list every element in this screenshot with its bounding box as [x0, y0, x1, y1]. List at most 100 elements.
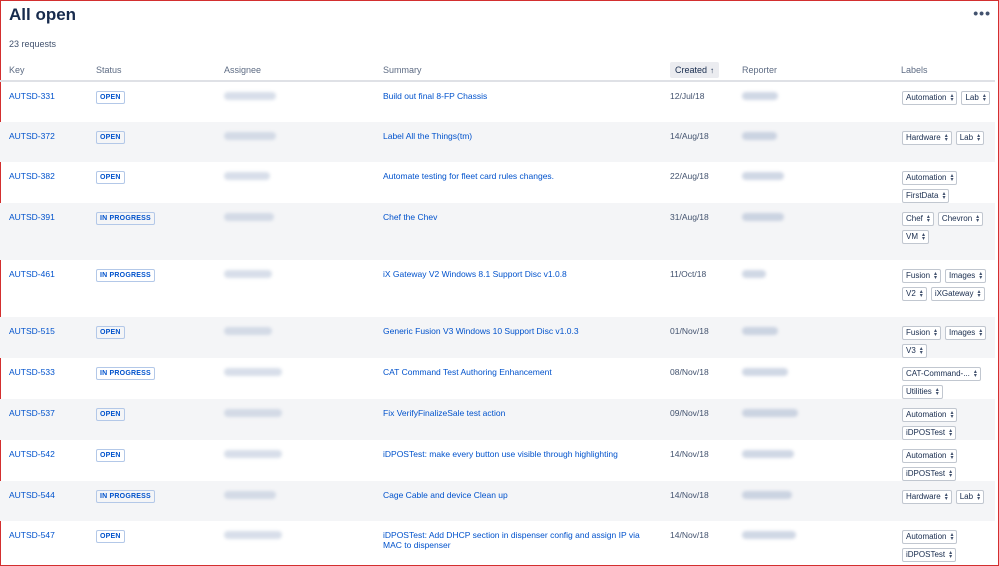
- table-row[interactable]: AUTSD-372 OPEN Label All the Things(tm) …: [0, 122, 995, 162]
- issue-key-link[interactable]: AUTSD-515: [9, 326, 55, 336]
- summary-link[interactable]: Label All the Things(tm): [383, 131, 472, 141]
- issue-key-link[interactable]: AUTSD-533: [9, 367, 55, 377]
- assignee-redacted: [224, 132, 276, 140]
- status-badge: OPEN: [96, 326, 125, 339]
- label-tag-text: Automation: [906, 93, 947, 102]
- label-tag[interactable]: iDPOSTest ▴ ▾: [902, 467, 957, 481]
- summary-link[interactable]: CAT Command Test Authoring Enhancement: [383, 367, 552, 377]
- issue-key-link[interactable]: AUTSD-542: [9, 449, 55, 459]
- assignee-redacted: [224, 409, 282, 417]
- table-row[interactable]: AUTSD-515 OPEN Generic Fusion V3 Windows…: [0, 317, 995, 358]
- issue-key-link[interactable]: AUTSD-544: [9, 490, 55, 500]
- issue-key-link[interactable]: AUTSD-537: [9, 408, 55, 418]
- summary-link[interactable]: iDPOSTest: Add DHCP section in dispenser…: [383, 530, 640, 550]
- column-header-reporter[interactable]: Reporter: [733, 60, 892, 82]
- issue-key-link[interactable]: AUTSD-391: [9, 212, 55, 222]
- labels-list: Chef ▴ ▾ Chevron ▴ ▾ VM ▴ ▾: [902, 212, 992, 244]
- table-row[interactable]: AUTSD-547 OPEN iDPOSTest: Add DHCP secti…: [0, 521, 995, 563]
- labels-list: Hardware ▴ ▾ Lab ▴ ▾: [902, 490, 992, 504]
- label-tag[interactable]: Automation ▴ ▾: [902, 530, 958, 544]
- table-header-row: Key Status Assignee Summary Created ↑ Rep…: [0, 60, 995, 82]
- reporter-redacted: [742, 270, 766, 278]
- assignee-redacted: [224, 450, 282, 458]
- summary-link[interactable]: Fix VerifyFinalizeSale test action: [383, 408, 505, 418]
- label-tag[interactable]: Fusion ▴ ▾: [902, 269, 942, 283]
- assignee-redacted: [224, 92, 276, 100]
- label-tag[interactable]: Automation ▴ ▾: [902, 91, 958, 105]
- summary-link[interactable]: Generic Fusion V3 Windows 10 Support Dis…: [383, 326, 579, 336]
- label-tag[interactable]: Lab ▴ ▾: [955, 131, 985, 145]
- more-options-button[interactable]: •••: [973, 5, 991, 21]
- label-tag[interactable]: Automation ▴ ▾: [902, 449, 958, 463]
- table-row[interactable]: AUTSD-391 IN PROGRESS Chef the Chev 31/A…: [0, 203, 995, 260]
- label-tag-text: Lab: [959, 492, 974, 501]
- chevron-updown-icon: ▴ ▾: [934, 271, 938, 281]
- issue-key-link[interactable]: AUTSD-331: [9, 91, 55, 101]
- issue-key-link[interactable]: AUTSD-372: [9, 131, 55, 141]
- summary-link[interactable]: iX Gateway V2 Windows 8.1 Support Disc v…: [383, 269, 567, 279]
- label-tag[interactable]: FirstData ▴ ▾: [902, 189, 950, 203]
- label-tag[interactable]: iDPOSTest ▴ ▾: [902, 548, 957, 562]
- label-tag[interactable]: Images ▴ ▾: [945, 269, 987, 283]
- created-date: 14/Nov/18: [670, 530, 709, 540]
- reporter-redacted: [742, 172, 784, 180]
- label-tag[interactable]: CAT-Command-... ▴ ▾: [902, 367, 981, 381]
- column-header-created[interactable]: Created ↑: [661, 60, 733, 82]
- label-tag-text: Chef: [906, 214, 923, 223]
- chevron-updown-icon: ▴ ▾: [949, 428, 953, 438]
- issue-key-link[interactable]: AUTSD-461: [9, 269, 55, 279]
- column-header-key[interactable]: Key: [0, 60, 87, 82]
- label-tag[interactable]: Automation ▴ ▾: [902, 408, 958, 422]
- table-row[interactable]: AUTSD-537 OPEN Fix VerifyFinalizeSale te…: [0, 399, 995, 440]
- column-header-assignee[interactable]: Assignee: [215, 60, 374, 82]
- table-row[interactable]: AUTSD-542 OPEN iDPOSTest: make every but…: [0, 440, 995, 481]
- table-row[interactable]: AUTSD-544 IN PROGRESS Cage Cable and dev…: [0, 481, 995, 521]
- labels-list: Fusion ▴ ▾ Images ▴ ▾ V2 ▴ ▾ iXGateway ▴ ▾: [902, 269, 992, 301]
- label-tag[interactable]: Hardware ▴ ▾: [902, 131, 952, 145]
- label-tag[interactable]: Automation ▴ ▾: [902, 171, 958, 185]
- column-header-status[interactable]: Status: [87, 60, 215, 82]
- label-tag[interactable]: V3 ▴ ▾: [902, 344, 927, 358]
- reporter-redacted: [742, 368, 788, 376]
- chevron-updown-icon: ▴ ▾: [949, 550, 953, 560]
- label-tag[interactable]: Utilities ▴ ▾: [902, 385, 943, 399]
- label-tag[interactable]: Lab ▴ ▾: [955, 490, 985, 504]
- label-tag[interactable]: V2 ▴ ▾: [902, 287, 927, 301]
- summary-link[interactable]: iDPOSTest: make every button use visible…: [383, 449, 618, 459]
- label-tag[interactable]: VM ▴ ▾: [902, 230, 930, 244]
- summary-link[interactable]: Build out final 8-FP Chassis: [383, 91, 487, 101]
- requests-table: Key Status Assignee Summary Created ↑ Rep…: [0, 60, 995, 563]
- chevron-updown-icon: ▴ ▾: [950, 410, 954, 420]
- summary-link[interactable]: Cage Cable and device Clean up: [383, 490, 508, 500]
- table-row[interactable]: AUTSD-331 OPEN Build out final 8-FP Chas…: [0, 81, 995, 122]
- status-badge: OPEN: [96, 91, 125, 104]
- label-tag[interactable]: iXGateway ▴ ▾: [930, 287, 985, 301]
- reporter-redacted: [742, 491, 792, 499]
- chevron-updown-icon: ▴ ▾: [944, 133, 948, 143]
- label-tag-text: iDPOSTest: [906, 428, 946, 437]
- label-tag[interactable]: iDPOSTest ▴ ▾: [902, 426, 957, 440]
- label-tag[interactable]: Hardware ▴ ▾: [902, 490, 952, 504]
- chevron-updown-icon: ▴ ▾: [982, 93, 986, 103]
- label-tag[interactable]: Lab ▴ ▾: [961, 91, 990, 105]
- label-tag[interactable]: Images ▴ ▾: [945, 326, 987, 340]
- summary-link[interactable]: Chef the Chev: [383, 212, 437, 222]
- column-header-labels[interactable]: Labels: [892, 60, 995, 82]
- summary-link[interactable]: Automate testing for fleet card rules ch…: [383, 171, 554, 181]
- status-badge: IN PROGRESS: [96, 367, 155, 380]
- created-header-chip: Created ↑: [670, 62, 720, 78]
- status-badge: OPEN: [96, 449, 125, 462]
- table-row[interactable]: AUTSD-382 OPEN Automate testing for flee…: [0, 162, 995, 203]
- chevron-updown-icon: ▴ ▾: [977, 133, 981, 143]
- reporter-redacted: [742, 132, 777, 140]
- label-tag[interactable]: Fusion ▴ ▾: [902, 326, 942, 340]
- table-row[interactable]: AUTSD-461 IN PROGRESS iX Gateway V2 Wind…: [0, 260, 995, 317]
- column-header-summary[interactable]: Summary: [374, 60, 661, 82]
- table-row[interactable]: AUTSD-533 IN PROGRESS CAT Command Test A…: [0, 358, 995, 399]
- labels-list: Automation ▴ ▾ iDPOSTest ▴ ▾: [902, 408, 992, 440]
- issue-key-link[interactable]: AUTSD-382: [9, 171, 55, 181]
- label-tag-text: Automation: [906, 532, 947, 541]
- issue-key-link[interactable]: AUTSD-547: [9, 530, 55, 540]
- label-tag[interactable]: Chef ▴ ▾: [902, 212, 934, 226]
- label-tag[interactable]: Chevron ▴ ▾: [937, 212, 984, 226]
